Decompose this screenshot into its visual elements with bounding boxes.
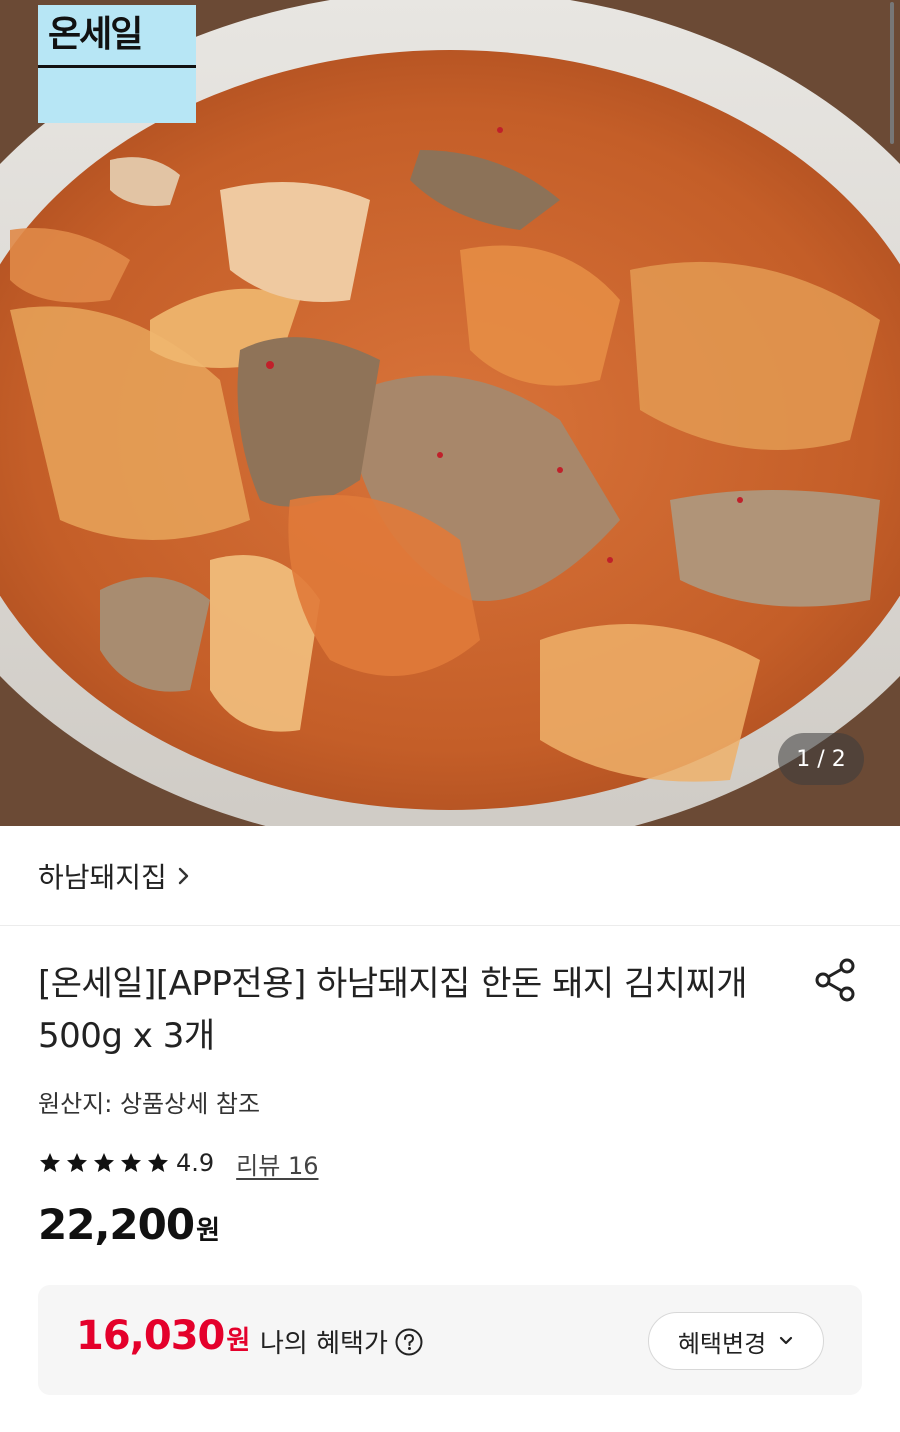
original-price: 22,200 원 bbox=[38, 1200, 220, 1249]
product-photo bbox=[0, 0, 900, 826]
badge-underline bbox=[38, 65, 196, 68]
product-title: [온세일][APP전용] 하남돼지집 한돈 돼지 김치찌개 500g x 3개 bbox=[38, 964, 748, 1056]
star-icon bbox=[121, 1153, 141, 1172]
onsale-badge-text: 온세일 bbox=[48, 14, 143, 55]
benefit-label: 나의 혜택가 bbox=[260, 1329, 388, 1359]
price-amount: 22,200 bbox=[38, 1200, 195, 1249]
review-link[interactable]: 리뷰 16 bbox=[236, 1146, 318, 1181]
image-page-counter: 1 / 2 bbox=[778, 733, 864, 785]
product-image-carousel[interactable]: 온세일 1 / 2 bbox=[0, 0, 900, 826]
star-icon bbox=[148, 1153, 168, 1172]
benefit-price-amount: 16,030 bbox=[76, 1313, 225, 1359]
help-circle-icon[interactable] bbox=[394, 1327, 424, 1357]
onsale-badge: 온세일 bbox=[38, 5, 196, 123]
star-rating bbox=[38, 1151, 170, 1175]
rating-row: 4.9 리뷰 16 bbox=[38, 1146, 319, 1180]
benefit-price-box: 16,030 원 나의 혜택가 혜택변경 bbox=[38, 1285, 862, 1395]
star-icon bbox=[40, 1153, 60, 1172]
chevron-right-icon bbox=[177, 865, 191, 887]
share-icon[interactable] bbox=[812, 957, 858, 1003]
brand-link[interactable]: 하남돼지집 bbox=[0, 826, 900, 926]
origin-info: 원산지: 상품상세 참조 bbox=[38, 1090, 261, 1118]
brand-name: 하남돼지집 bbox=[38, 860, 167, 894]
rating-value: 4.9 bbox=[176, 1149, 215, 1177]
price-unit: 원 bbox=[196, 1216, 220, 1246]
star-icon bbox=[67, 1153, 87, 1172]
change-benefit-label: 혜택변경 bbox=[677, 1329, 767, 1358]
star-icon bbox=[94, 1153, 114, 1172]
benefit-label-group: 나의 혜택가 bbox=[260, 1323, 424, 1360]
benefit-price: 16,030 원 bbox=[76, 1313, 250, 1359]
chevron-down-icon bbox=[778, 1335, 794, 1347]
scrollbar[interactable] bbox=[890, 2, 894, 144]
benefit-price-unit: 원 bbox=[226, 1326, 251, 1356]
change-benefit-button[interactable]: 혜택변경 bbox=[648, 1312, 824, 1370]
